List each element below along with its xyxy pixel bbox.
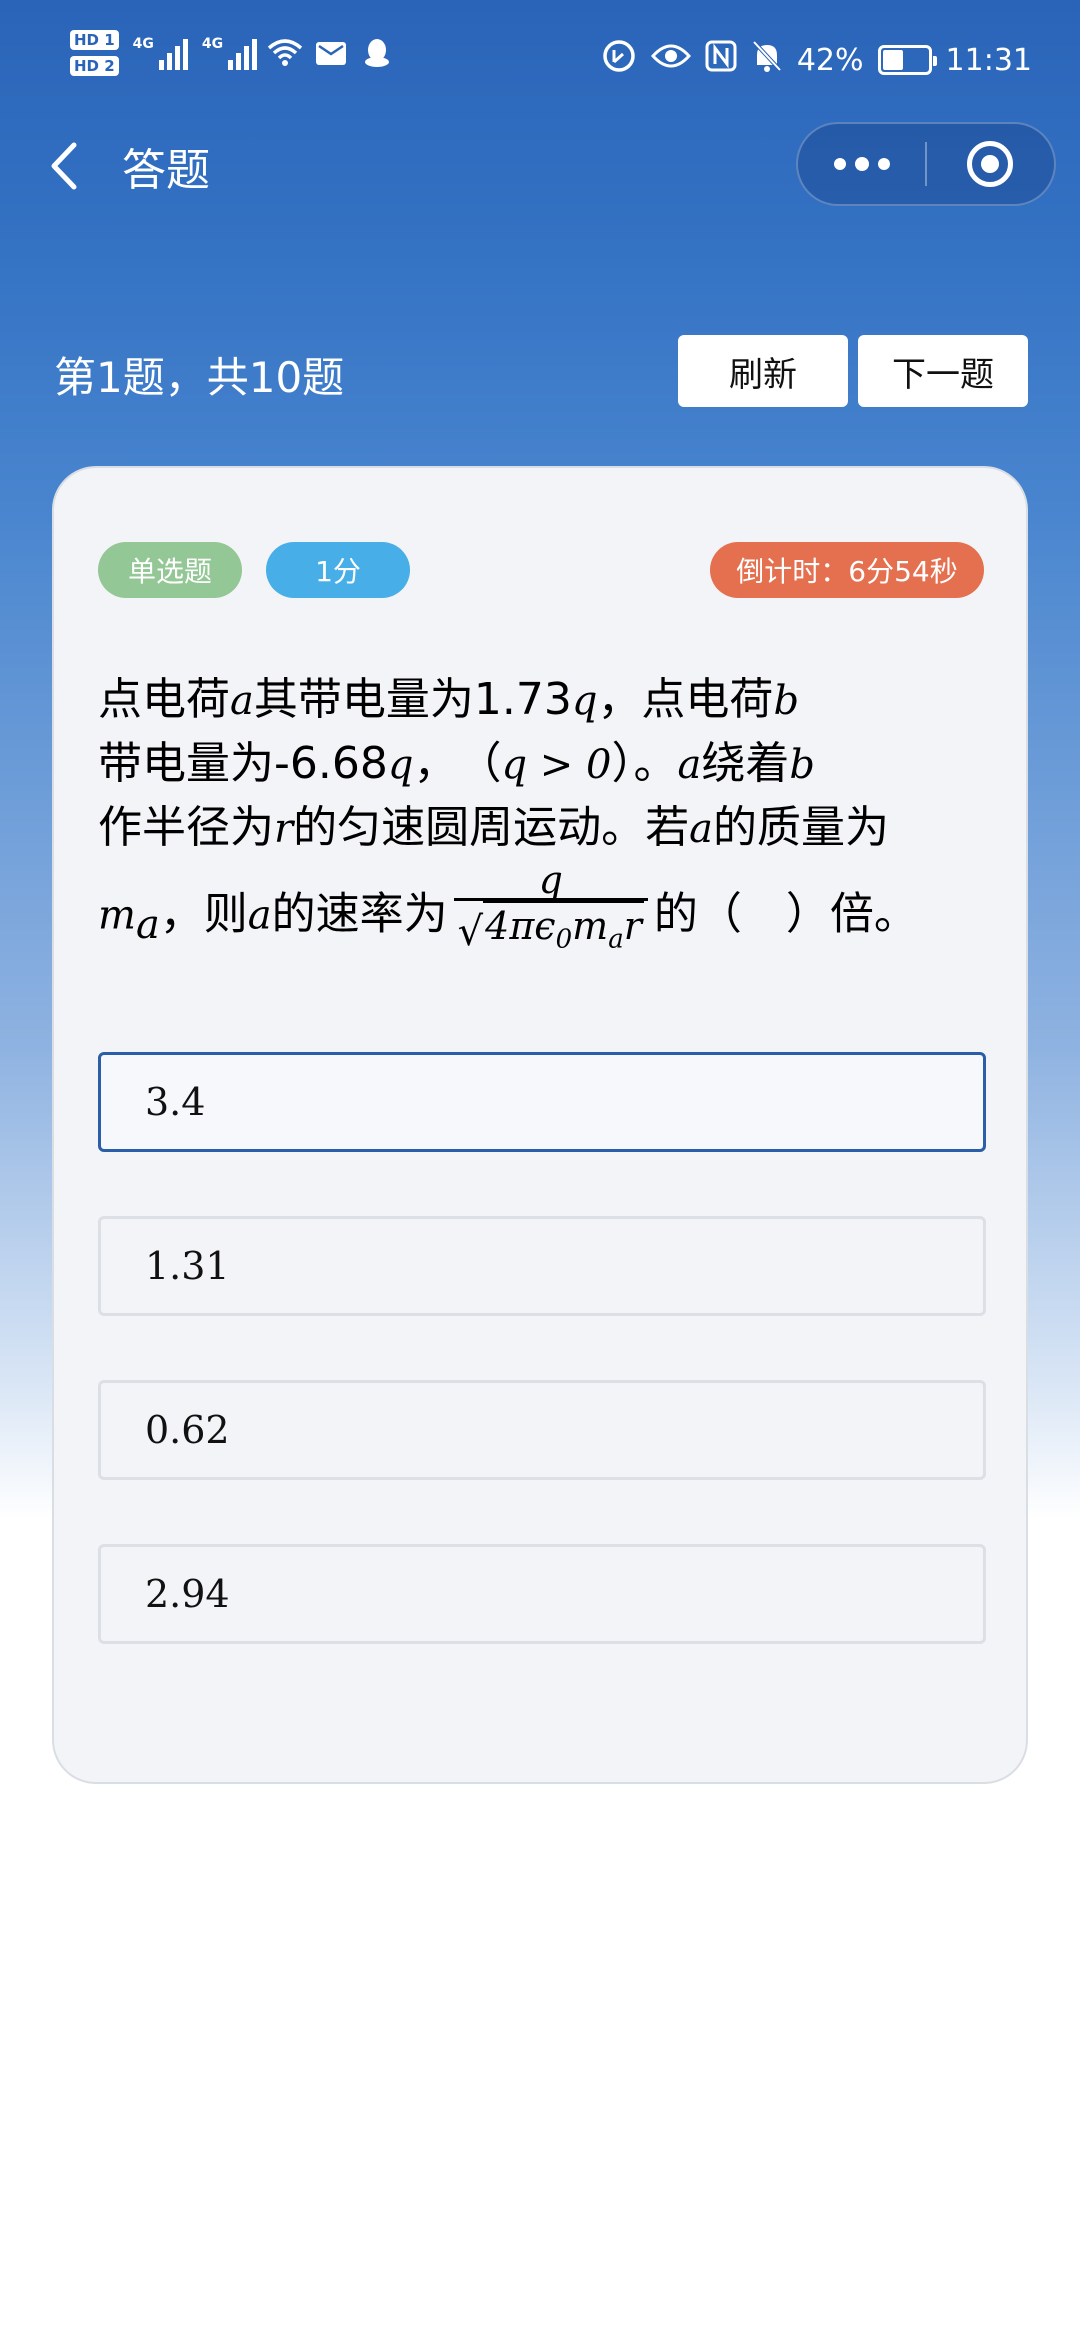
radicand-mass: m: [572, 904, 609, 948]
question-text-segment: ，点电荷: [597, 674, 774, 725]
nfc-icon: [705, 40, 737, 80]
hd1-badge: HD 1: [70, 30, 119, 50]
question-card: 单选题 1分 倒计时：6分54秒 点电荷a其带电量为1.73q，点电荷b 带电量…: [52, 466, 1028, 1784]
penguin-icon: [359, 35, 395, 71]
question-text-segment: 的质量为: [712, 802, 889, 853]
more-button[interactable]: [798, 124, 925, 204]
hd-indicators: HD 1 HD 2: [70, 30, 119, 76]
battery-level: [882, 50, 903, 70]
question-text-segment: ， （: [413, 738, 502, 789]
fraction-denominator: √ 4πϵ0mar: [453, 898, 648, 963]
eye-icon: [650, 42, 691, 78]
chevron-left-icon: [51, 142, 77, 190]
math-expression: q > 0: [501, 742, 612, 788]
countdown-timer: 倒计时：6分54秒: [710, 542, 984, 598]
radicand-prefix: 4πϵ: [485, 904, 556, 948]
math-symbol: a: [677, 742, 702, 788]
hd2-badge: HD 2: [70, 56, 119, 76]
math-symbol: q: [387, 742, 414, 788]
radicand: 4πϵ0mar: [483, 901, 644, 963]
question-line: ma，则a的速率为 q √ 4πϵ0mar 的（ ）倍。: [98, 861, 998, 955]
math-symbol: q: [571, 678, 598, 724]
signal-1-icon: 4G: [133, 36, 188, 70]
clock: 11:31: [945, 42, 1032, 78]
answer-option[interactable]: 0.62: [98, 1380, 986, 1480]
question-line: 作半径为r的匀速圆周运动。若a的质量为: [98, 796, 998, 860]
math-subscript: a: [135, 902, 160, 949]
more-dot-icon: [877, 158, 890, 170]
page-title: 答题: [122, 145, 210, 196]
more-dot-icon: [833, 158, 846, 170]
next-question-button[interactable]: 下一题: [858, 335, 1028, 407]
target-circle-icon: [967, 141, 1014, 187]
answer-option[interactable]: 2.94: [98, 1544, 986, 1644]
status-bar: HD 1 HD 2 4G 4G 42% 11:31: [0, 0, 1080, 120]
math-symbol: b: [773, 678, 800, 724]
question-progress: 第1题，共10题: [54, 353, 345, 402]
score-tag: 1分: [266, 542, 410, 598]
math-symbol: a: [230, 678, 254, 724]
wifi-icon: [267, 35, 303, 71]
more-dot-icon: [854, 157, 869, 171]
velocity-fraction: q √ 4πϵ0mar: [453, 858, 648, 963]
radicand-subscript: a: [608, 924, 624, 955]
back-button[interactable]: [38, 138, 88, 194]
sync-icon: [601, 38, 637, 82]
radicand-radius: r: [623, 904, 642, 948]
question-text-segment: ）。: [611, 738, 678, 789]
question-line: 带电量为-6.68q， （q > 0）。a绕着b: [98, 732, 998, 796]
net2-label: 4G: [201, 36, 224, 52]
question-text-segment: 的速率为: [271, 888, 448, 940]
fraction-numerator: q: [538, 858, 563, 902]
radicand-subscript: 0: [555, 924, 573, 955]
net1-label: 4G: [132, 36, 154, 52]
refresh-button[interactable]: 刷新: [678, 335, 848, 407]
signal-2-icon: 4G: [201, 36, 258, 70]
question-text-segment: 点电荷: [98, 674, 230, 725]
sqrt-icon: √: [457, 908, 484, 955]
answer-option[interactable]: 3.4: [98, 1052, 986, 1152]
question-text-segment: 带电量为-6.68: [98, 738, 388, 789]
question-text-segment: 绕着: [701, 738, 790, 789]
question-text-segment: 的（ ）倍。: [653, 888, 918, 940]
question-text-segment: 的匀速圆周运动。若: [293, 802, 690, 853]
question-text-segment: ，则: [159, 888, 248, 940]
question-text-segment: 作半径为: [98, 802, 274, 853]
question-type-tag: 单选题: [98, 542, 242, 598]
battery-icon: [877, 45, 937, 75]
math-symbol: a: [247, 892, 272, 939]
question-line: 点电荷a其带电量为1.73q，点电荷b: [98, 668, 998, 732]
bell-mute-icon: [751, 39, 783, 81]
math-symbol: r: [274, 806, 294, 852]
answer-option[interactable]: 1.31: [98, 1216, 986, 1316]
mail-icon: [313, 35, 349, 71]
math-symbol: a: [689, 806, 713, 852]
status-right: 42% 11:31: [601, 38, 1032, 82]
question-text: 点电荷a其带电量为1.73q，点电荷b 带电量为-6.68q， （q > 0）。…: [98, 668, 998, 955]
miniprogram-capsule: [796, 122, 1056, 206]
math-symbol: b: [789, 742, 815, 788]
math-symbol: m: [98, 892, 136, 939]
close-miniprogram-button[interactable]: [927, 124, 1054, 204]
battery-percent: 42%: [796, 42, 864, 78]
status-left: HD 1 HD 2 4G 4G: [70, 30, 395, 76]
question-text-segment: 其带电量为1.73: [253, 674, 572, 725]
